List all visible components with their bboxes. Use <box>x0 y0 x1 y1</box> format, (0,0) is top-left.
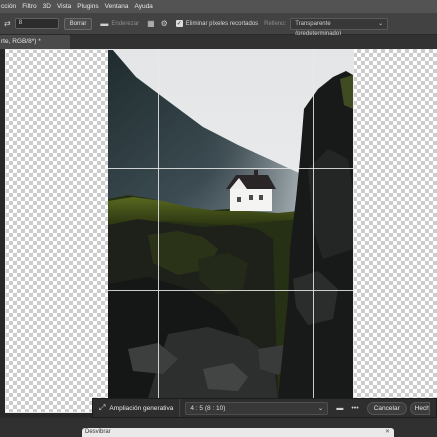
crop-grid-line-vertical-1 <box>158 49 159 398</box>
dialog-header[interactable]: Desvibrar ✕ <box>82 428 394 437</box>
options-bar: ⇄ 8 Borrar ▬ Enderezar ▦ ⚙ ✓ Eliminar pí… <box>0 13 437 37</box>
menu-item-selection[interactable]: cción <box>1 3 16 10</box>
fill-label: Relleno: <box>264 20 287 27</box>
clear-button[interactable]: Borrar <box>63 17 93 30</box>
menu-bar: cción Filtro 3D Vista Plugins Ventana Ay… <box>0 0 437 13</box>
delete-pixels-checkbox[interactable]: ✓ <box>175 20 183 27</box>
menu-item-plugins[interactable]: Plugins <box>77 3 98 10</box>
transparent-area-left <box>5 49 108 413</box>
transparent-area-right <box>353 49 437 398</box>
dialog-title: Desvibrar <box>85 429 111 435</box>
generative-expand-button[interactable]: ⤢ Ampliación generativa <box>93 399 181 417</box>
done-button[interactable]: Hecho <box>409 401 430 415</box>
contextual-taskbar: ⤢ Ampliación generativa 4 : 5 (8 : 10) ⌄… <box>92 398 437 418</box>
chevron-down-icon: ⌄ <box>378 20 384 27</box>
fill-dropdown[interactable]: Transparente (predeterminado) ⌄ <box>290 17 389 37</box>
more-options-icon[interactable]: ••• <box>351 405 358 412</box>
menu-item-3d[interactable]: 3D <box>43 3 51 10</box>
cancel-button[interactable]: Cancelar <box>366 401 407 415</box>
menu-item-filter[interactable]: Filtro <box>22 3 36 10</box>
generative-expand-label: Ampliación generativa <box>109 404 174 412</box>
gear-icon[interactable]: ⚙ <box>161 19 168 28</box>
canvas-area[interactable] <box>0 49 437 437</box>
crop-grid-line-horizontal-2 <box>108 290 353 291</box>
delete-pixels-label: Eliminar píxeles recortados <box>185 20 259 27</box>
document-tab[interactable]: rte, RGB/8*) * <box>0 35 70 49</box>
swap-orientation-icon[interactable]: ⇄ <box>4 19 11 28</box>
close-icon[interactable]: ✕ <box>385 428 390 437</box>
overlay-grid-icon[interactable]: ▦ <box>147 19 155 28</box>
aspect-ratio-value: 4 : 5 (8 : 10) <box>190 404 226 412</box>
generative-expand-icon: ⤢ <box>99 403 106 412</box>
menu-item-help[interactable]: Ayuda <box>134 3 152 10</box>
straighten-icon[interactable]: ▬ <box>336 405 343 412</box>
menu-item-view[interactable]: Vista <box>57 3 71 10</box>
canvas-photo <box>108 49 353 398</box>
aspect-ratio-dropdown[interactable]: 4 : 5 (8 : 10) ⌄ <box>185 401 329 415</box>
crop-grid-line-horizontal-1 <box>108 168 353 169</box>
crop-grid-line-vertical-2 <box>313 49 314 398</box>
fill-dropdown-value: Transparente (predeterminado) <box>295 20 342 37</box>
menu-item-window[interactable]: Ventana <box>105 3 129 10</box>
tab-bar: rte, RGB/8*) * <box>0 35 437 49</box>
chevron-down-icon: ⌄ <box>317 405 324 412</box>
straighten-icon[interactable]: ▬ <box>100 19 108 28</box>
straighten-value-field[interactable]: 8 <box>14 18 59 29</box>
straighten-label[interactable]: Enderezar <box>111 21 139 27</box>
